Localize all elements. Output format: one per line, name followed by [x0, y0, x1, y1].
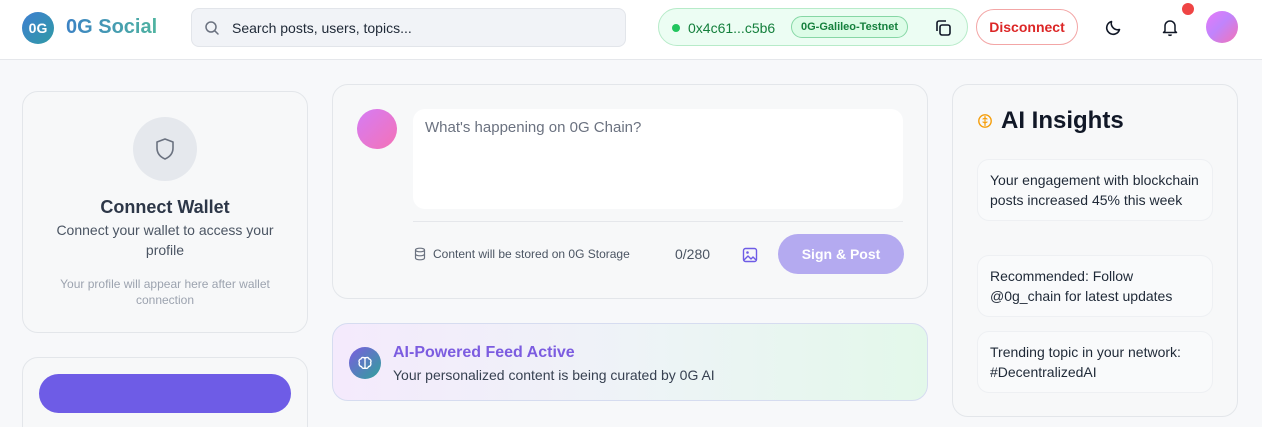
- brain-badge: [349, 347, 381, 379]
- bell-icon[interactable]: [1160, 17, 1180, 37]
- ai-feed-banner: AI-Powered Feed Active Your personalized…: [332, 323, 928, 401]
- connect-wallet-note: Your profile will appear here after wall…: [60, 277, 270, 307]
- lightbulb-icon: [978, 114, 992, 128]
- storage-note: Content will be stored on 0G Storage: [433, 247, 630, 261]
- insight-item: Trending topic in your network: #Decentr…: [977, 331, 1213, 393]
- connected-dot: [672, 24, 680, 32]
- ai-banner-subtitle: Your personalized content is being curat…: [393, 367, 715, 383]
- wallet-status: 0x4c61...c5b6 0G-Galileo-Testnet: [658, 8, 968, 46]
- composer-divider: [413, 221, 903, 222]
- search-input[interactable]: [232, 9, 612, 46]
- shield-badge: [133, 117, 197, 181]
- wallet-action-card: [22, 357, 308, 427]
- database-icon: [414, 247, 426, 261]
- notification-badge: [1182, 3, 1194, 15]
- connect-wallet-card: Connect Wallet Connect your wallet to ac…: [22, 91, 308, 333]
- network-badge: 0G-Galileo-Testnet: [791, 16, 908, 38]
- search-bar[interactable]: [191, 8, 626, 47]
- ai-banner-title: AI-Powered Feed Active: [393, 344, 575, 361]
- search-icon: [205, 21, 219, 35]
- insights-title: AI Insights: [1001, 107, 1124, 134]
- insight-item: Your engagement with blockchain posts in…: [977, 159, 1213, 221]
- connect-wallet-title: Connect Wallet: [100, 197, 230, 217]
- post-composer: Content will be stored on 0G Storage 0/2…: [332, 84, 928, 299]
- app-name[interactable]: 0G Social: [66, 14, 157, 40]
- top-header: 0G 0G Social 0x4c61...c5b6 0G-Galileo-Te…: [0, 0, 1262, 60]
- ai-insights-card: AI Insights Your engagement with blockch…: [952, 84, 1238, 417]
- post-input[interactable]: [413, 109, 903, 209]
- composer-avatar: [357, 109, 397, 149]
- user-avatar[interactable]: [1206, 11, 1238, 43]
- connect-wallet-description: Connect your wallet to access your profi…: [56, 222, 274, 258]
- wallet-address: 0x4c61...c5b6: [688, 20, 776, 36]
- image-icon[interactable]: [741, 246, 759, 264]
- disconnect-button[interactable]: Disconnect: [976, 9, 1078, 45]
- sign-and-post-button[interactable]: Sign & Post: [778, 234, 904, 274]
- shield-icon: [156, 138, 174, 160]
- char-count: 0/280: [675, 246, 711, 262]
- moon-icon[interactable]: [1104, 17, 1124, 37]
- logo-badge[interactable]: 0G: [22, 12, 54, 44]
- connect-wallet-button[interactable]: [39, 374, 291, 413]
- insight-item: Recommended: Follow @0g_chain for latest…: [977, 255, 1213, 317]
- brain-icon: [358, 356, 372, 370]
- copy-icon[interactable]: [933, 18, 953, 38]
